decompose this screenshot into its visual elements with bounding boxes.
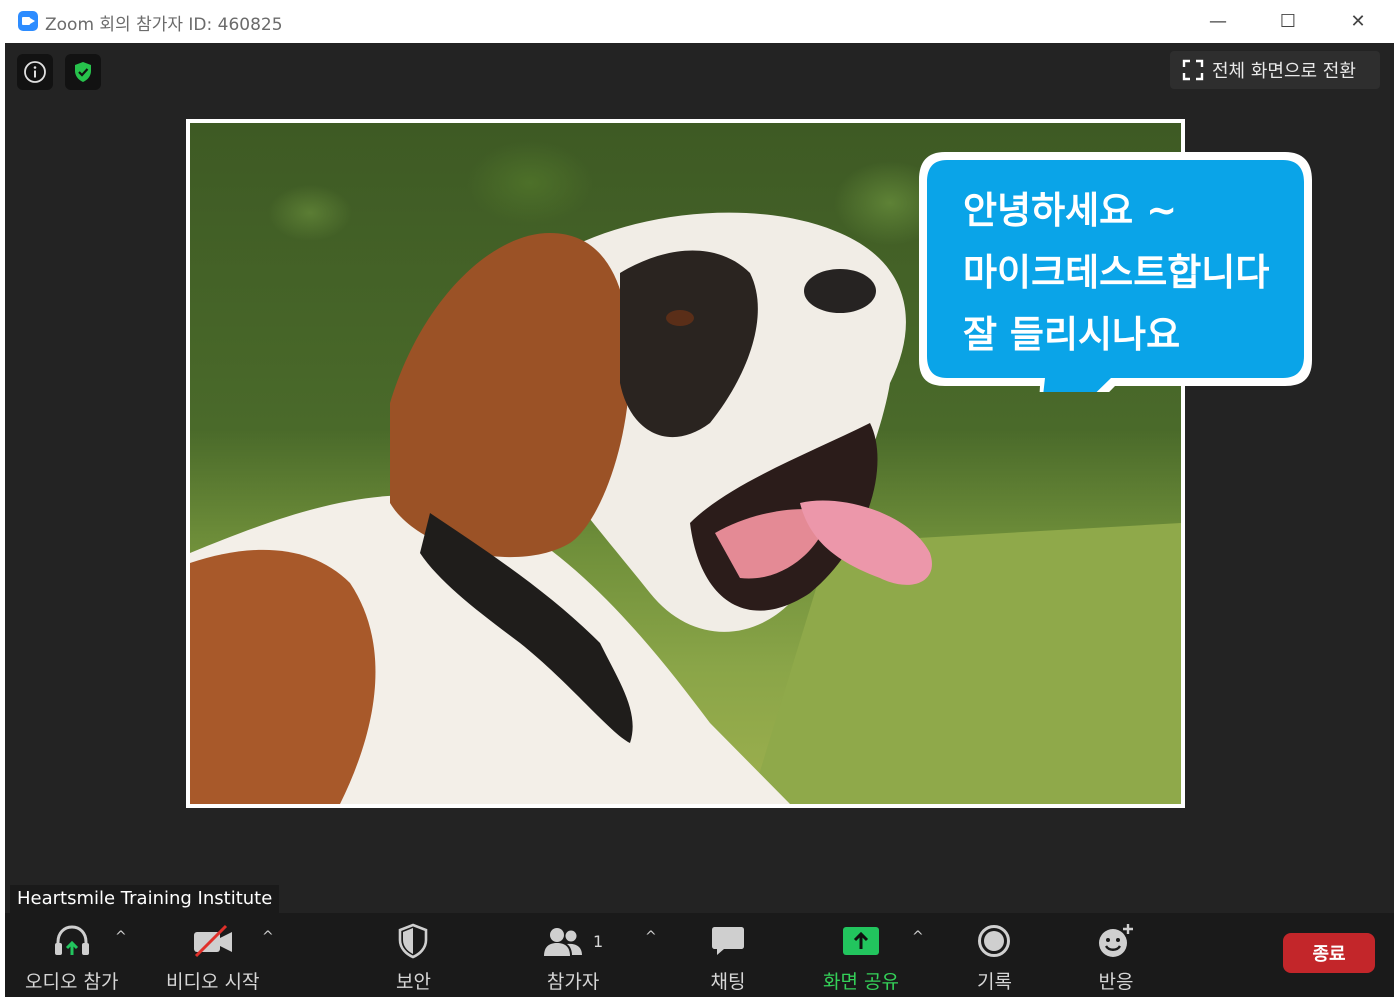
video-label: 비디오 시작 [166, 971, 260, 993]
maximize-button[interactable]: ☐ [1265, 6, 1311, 36]
start-video-button[interactable]: 비디오 시작 [166, 919, 259, 994]
join-audio-button[interactable]: 오디오 참가 [25, 919, 118, 994]
bubble-line-3: 잘 들리시나요 [963, 313, 1181, 356]
participants-icon [544, 928, 582, 956]
title-bar: Zoom 회의 참가자 ID: 460825 — ☐ ✕ [5, 0, 1394, 43]
reaction-smiley-icon [1099, 924, 1133, 957]
audio-options-caret[interactable]: ^ [115, 929, 127, 945]
audio-label: 오디오 참가 [25, 971, 119, 993]
minimize-button[interactable]: — [1195, 6, 1241, 36]
fullscreen-icon [1182, 59, 1204, 81]
fullscreen-label: 전체 화면으로 전환 [1212, 61, 1356, 82]
chat-button[interactable]: 채팅 [710, 919, 746, 994]
share-screen-button[interactable]: 화면 공유 [823, 919, 899, 994]
headphones-icon [54, 925, 89, 955]
reactions-label: 반응 [1098, 971, 1134, 993]
participants-button[interactable]: 1 참가자 [543, 919, 603, 994]
end-meeting-button[interactable]: 종료 [1283, 933, 1375, 973]
reactions-button[interactable]: 반응 [1097, 919, 1135, 994]
bubble-line-2: 마이크테스트합니다 [963, 251, 1270, 294]
speech-bubble-text: 안녕하세요 ~ 마이크테스트합니다 잘 들리시나요 [963, 180, 1269, 366]
encryption-button[interactable] [65, 54, 101, 90]
fullscreen-button[interactable]: 전체 화면으로 전환 [1170, 51, 1380, 89]
close-button[interactable]: ✕ [1335, 6, 1381, 36]
video-off-icon [193, 924, 232, 958]
participant-name-tag: Heartsmile Training Institute [10, 885, 280, 913]
record-icon [978, 925, 1011, 957]
info-icon [24, 61, 46, 83]
participants-options-caret[interactable]: ^ [645, 929, 657, 945]
meeting-toolbar: 오디오 참가 ^ 비디오 시작 ^ 보안 1 참가자 ^ 채팅 화면 공유 ^ … [5, 913, 1394, 997]
shield-check-icon [75, 62, 91, 82]
chat-icon [712, 927, 744, 955]
share-screen-icon [842, 927, 879, 955]
window-title: Zoom 회의 참가자 ID: 460825 [45, 15, 283, 35]
participants-label: 참가자 [546, 971, 600, 993]
shield-icon [399, 923, 428, 959]
video-options-caret[interactable]: ^ [262, 929, 274, 945]
zoom-window: Zoom 회의 참가자 ID: 460825 — ☐ ✕ 전체 화면으로 전환 [5, 0, 1394, 997]
security-label: 보안 [396, 971, 431, 993]
participants-count: 1 [593, 931, 604, 951]
share-options-caret[interactable]: ^ [912, 929, 924, 945]
security-button[interactable]: 보안 [396, 919, 431, 994]
bubble-line-1: 안녕하세요 ~ [963, 189, 1178, 232]
record-button[interactable]: 기록 [977, 919, 1012, 994]
zoom-logo-icon [18, 11, 38, 31]
record-label: 기록 [977, 971, 1012, 993]
share-label: 화면 공유 [823, 971, 899, 993]
chat-label: 채팅 [710, 971, 746, 993]
meeting-info-button[interactable] [17, 54, 53, 90]
